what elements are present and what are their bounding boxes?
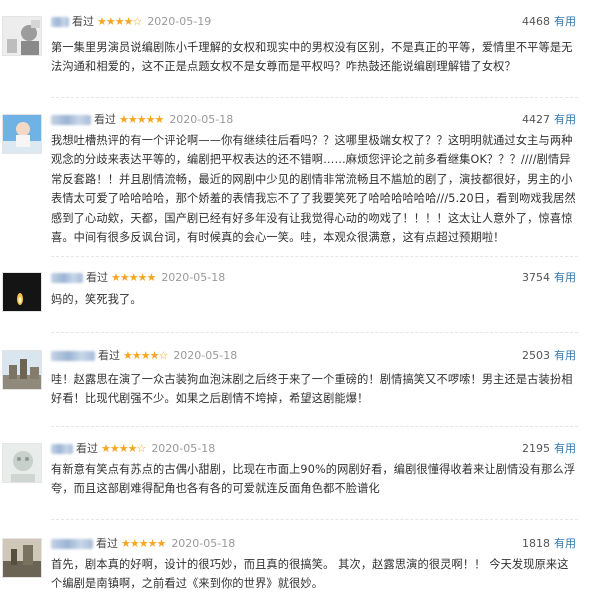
review-item: 看过 ★★★★☆ 2020-05-18 2195 有用 有新意有笑点有苏点的古偶小甜剧… (0, 439, 598, 519)
vote-area: 3754 有用 (522, 268, 576, 288)
review-date: 2020-05-18 (171, 537, 236, 550)
vote-count: 4427 (522, 113, 550, 126)
review-item: 看过 ★★★★★ 2020-05-18 1818 有用 首先，剧本真的好啊，设计的很巧… (0, 534, 598, 598)
avatar-image-icon (3, 17, 41, 55)
useful-button[interactable]: 有用 (554, 15, 576, 28)
user-avatar[interactable] (2, 272, 42, 312)
user-avatar[interactable] (2, 114, 42, 154)
user-avatar[interactable] (2, 350, 42, 390)
watch-status: 看过 (76, 442, 98, 455)
review-date: 2020-05-18 (173, 349, 238, 362)
rating-stars: ★★★★☆ (101, 442, 146, 455)
review-text: 首先，剧本真的好啊，设计的很巧妙，而且真的很搞笑。 其次，赵露思演的很灵啊！！ … (51, 558, 569, 591)
rating-stars: ★★★★☆ (123, 349, 168, 362)
review-date: 2020-05-18 (151, 442, 216, 455)
rating-stars: ★★★★★ (119, 113, 164, 126)
avatar-image-icon (3, 115, 41, 153)
avatar-image-icon (3, 273, 41, 311)
username-blurred[interactable] (51, 351, 95, 361)
vote-count: 4468 (522, 15, 550, 28)
divider (51, 426, 578, 427)
rating-stars: ★★★★★ (111, 271, 156, 284)
divider (51, 256, 578, 257)
review-text: 我想吐槽热评的有一个评论啊——你有继续往后看吗？？这哪里极端女权了？？这明明就通… (51, 134, 576, 245)
user-avatar[interactable] (2, 538, 42, 578)
rating-stars: ★★★★★ (121, 537, 166, 550)
username-blurred[interactable] (51, 444, 73, 454)
useful-button[interactable]: 有用 (554, 349, 576, 362)
review-text: 哇！赵露思在演了一众古装狗血泡沫剧之后终于来了一个重磅的！剧情搞笑又不啰嗦！男主… (51, 373, 573, 406)
divider (51, 519, 578, 520)
user-avatar[interactable] (2, 16, 42, 56)
review-header: 看过 ★★★★☆ 2020-05-18 2195 有用 (51, 439, 576, 459)
useful-button[interactable]: 有用 (554, 442, 576, 455)
review-header: 看过 ★★★★★ 2020-05-18 4427 有用 (51, 110, 576, 130)
review-item: 看过 ★★★★★ 2020-05-18 4427 有用 我想吐槽热评的有一个评论啊——… (0, 110, 598, 260)
watch-status: 看过 (96, 537, 118, 550)
username-blurred[interactable] (51, 115, 91, 125)
vote-area: 4468 有用 (522, 12, 576, 32)
avatar-image-icon (3, 351, 41, 389)
vote-area: 4427 有用 (522, 110, 576, 130)
watch-status: 看过 (98, 349, 120, 362)
review-item: 看过 ★★★★☆ 2020-05-18 2503 有用 哇！赵露思在演了一众古装狗血泡… (0, 346, 598, 426)
useful-button[interactable]: 有用 (554, 113, 576, 126)
review-header: 看过 ★★★★☆ 2020-05-19 4468 有用 (51, 12, 576, 32)
vote-count: 1818 (522, 537, 550, 550)
review-header: 看过 ★★★★★ 2020-05-18 3754 有用 (51, 268, 576, 288)
review-text: 有新意有笑点有苏点的古偶小甜剧，比现在市面上90%的网剧好看，编剧很懂得收着来让… (51, 463, 576, 496)
watch-status: 看过 (94, 113, 116, 126)
review-header: 看过 ★★★★☆ 2020-05-18 2503 有用 (51, 346, 576, 366)
rating-stars: ★★★★☆ (97, 15, 142, 28)
vote-area: 2195 有用 (522, 439, 576, 459)
review-date: 2020-05-19 (147, 15, 212, 28)
review-date: 2020-05-18 (169, 113, 234, 126)
username-blurred[interactable] (51, 17, 69, 27)
avatar-image-icon (3, 444, 41, 482)
vote-count: 2503 (522, 349, 550, 362)
vote-area: 1818 有用 (522, 534, 576, 554)
username-blurred[interactable] (51, 273, 83, 283)
vote-count: 2195 (522, 442, 550, 455)
useful-button[interactable]: 有用 (554, 537, 576, 550)
divider (51, 97, 578, 98)
watch-status: 看过 (72, 15, 94, 28)
useful-button[interactable]: 有用 (554, 271, 576, 284)
review-text: 第一集里男演员说编剧陈小千理解的女权和现实中的男权没有区别，不是真正的平等，爱情… (51, 41, 573, 74)
divider (51, 332, 578, 333)
review-item: 看过 ★★★★★ 2020-05-18 3754 有用 妈的，笑死我了。 (0, 268, 598, 338)
avatar-image-icon (3, 539, 41, 577)
watch-status: 看过 (86, 271, 108, 284)
vote-area: 2503 有用 (522, 346, 576, 366)
user-avatar[interactable] (2, 443, 42, 483)
review-item: 看过 ★★★★☆ 2020-05-19 4468 有用 第一集里男演员说编剧陈小千理解… (0, 12, 598, 102)
review-header: 看过 ★★★★★ 2020-05-18 1818 有用 (51, 534, 576, 554)
username-blurred[interactable] (51, 539, 93, 549)
review-date: 2020-05-18 (161, 271, 226, 284)
review-text: 妈的，笑死我了。 (51, 293, 142, 306)
vote-count: 3754 (522, 271, 550, 284)
